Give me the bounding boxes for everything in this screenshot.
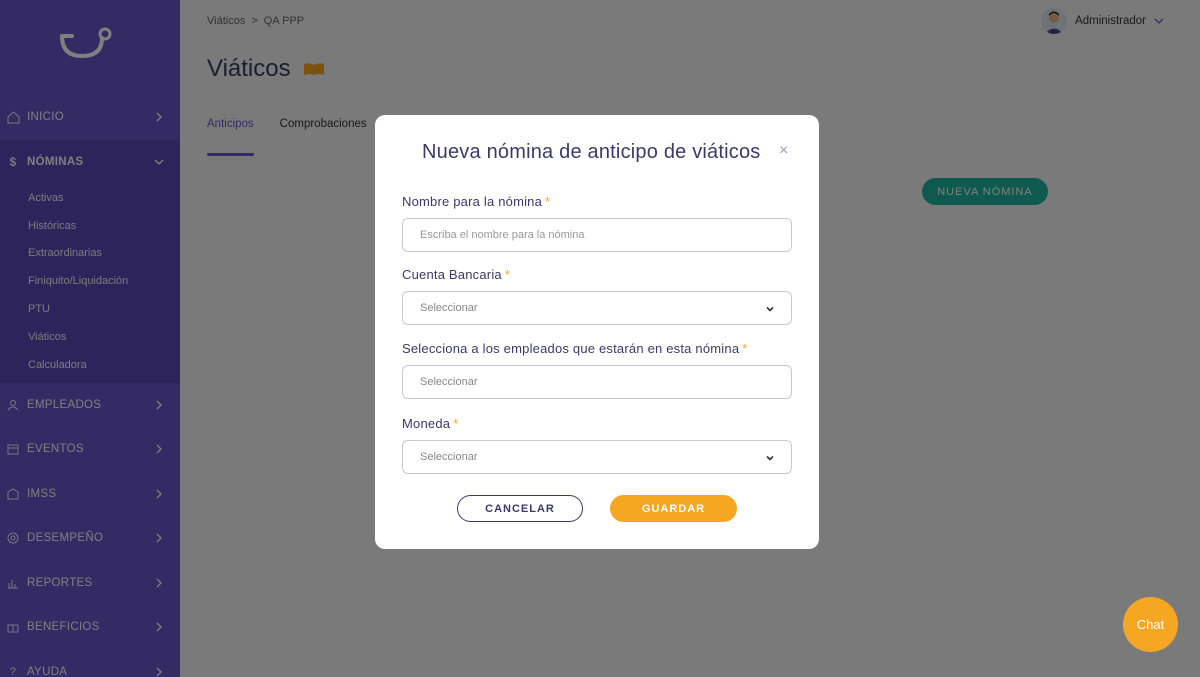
required-marker: * [453, 416, 459, 431]
employees-label: Selecciona a los empleados que estarán e… [402, 341, 748, 356]
label-text: Selecciona a los empleados que estarán e… [402, 341, 740, 356]
modal-title: Nueva nómina de anticipo de viáticos [422, 141, 761, 163]
chat-button[interactable]: Chat [1123, 597, 1178, 652]
label-text: Moneda [402, 416, 451, 431]
payroll-name-input[interactable] [420, 229, 791, 241]
label-text: Cuenta Bancaria [402, 267, 502, 282]
select-value: Seleccionar [420, 376, 478, 388]
select-value: Seleccionar [420, 451, 478, 463]
new-payroll-modal: Nueva nómina de anticipo de viáticos × N… [375, 115, 819, 549]
cancel-button[interactable]: CANCELAR [457, 495, 583, 522]
currency-select[interactable]: Seleccionar [402, 440, 792, 474]
chevron-down-icon [766, 455, 774, 461]
required-marker: * [742, 341, 748, 356]
currency-label: Moneda * [402, 416, 458, 431]
bank-account-select[interactable]: Seleccionar [402, 291, 792, 325]
save-button[interactable]: GUARDAR [610, 495, 737, 522]
required-marker: * [545, 194, 551, 209]
payroll-name-label: Nombre para la nómina * [402, 194, 550, 209]
label-text: Nombre para la nómina [402, 194, 543, 209]
bank-account-label: Cuenta Bancaria * [402, 267, 510, 282]
required-marker: * [504, 267, 511, 282]
close-icon[interactable]: × [779, 143, 788, 159]
select-value: Seleccionar [420, 302, 478, 314]
employees-select[interactable]: Seleccionar [402, 365, 792, 399]
chevron-down-icon [766, 306, 774, 312]
payroll-name-field [402, 218, 792, 252]
